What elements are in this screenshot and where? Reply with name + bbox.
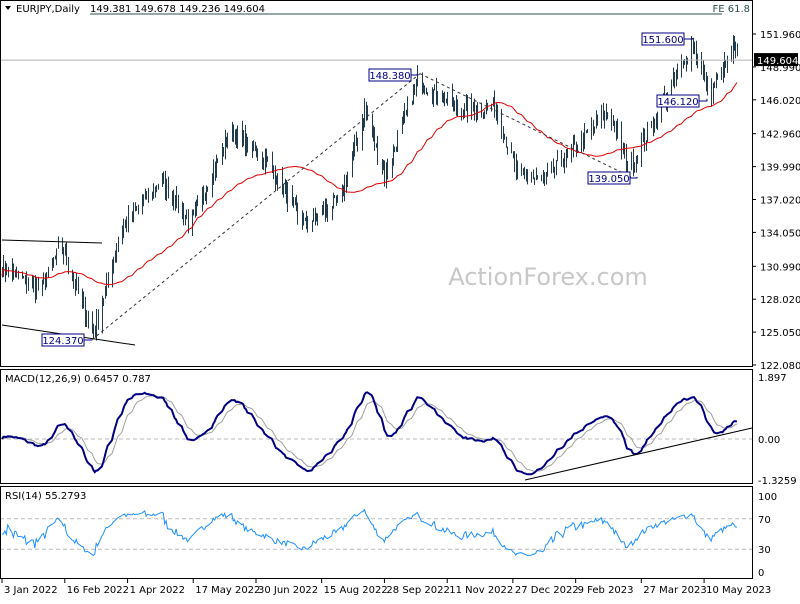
- x-tick-label: 28 Sep 2022: [386, 585, 449, 596]
- x-tick-label: 16 Feb 2022: [67, 585, 129, 596]
- trend-line: [2, 240, 102, 243]
- price-annotation: 139.050: [588, 172, 637, 185]
- macd-trend-line: [525, 428, 752, 480]
- y-tick-label: 134.050: [760, 228, 800, 239]
- fe-label: FE 61.8: [712, 4, 750, 15]
- rsi-tick-label: 0: [758, 568, 764, 579]
- y-tick-label: 139.990: [760, 163, 800, 174]
- collapse-triangle-icon[interactable]: [5, 6, 11, 10]
- annotation-label: 146.120: [657, 97, 698, 108]
- x-tick-label: 15 Aug 2022: [324, 585, 388, 596]
- annotation-label: 148.380: [369, 71, 410, 82]
- macd-signal-line: [2, 396, 737, 472]
- chart: 124.370 148.380 151.600 146.120 139.050 Acti…: [0, 0, 800, 600]
- ohlc-readout: 149.381 149.678 149.236 149.604: [90, 4, 265, 15]
- rsi-panel: [0, 510, 752, 556]
- y-tick-label: 142.960: [760, 130, 800, 141]
- x-tick-label: 27 Dec 2022: [515, 585, 579, 596]
- symbol-label: EURJPY,Daily: [16, 4, 80, 15]
- rsi-tick-label: 30: [758, 545, 771, 556]
- annotation-connector: [630, 177, 637, 178]
- rsi-line: [2, 510, 737, 556]
- fib-base-line: [92, 74, 420, 340]
- y-tick-label: 125.050: [760, 328, 800, 339]
- axes: 151.960148.990146.020142.960139.990137.0…: [2, 30, 800, 596]
- y-tick-label: 146.020: [760, 96, 800, 107]
- rsi-tick-label: 100: [758, 492, 777, 503]
- annotation-connector: [699, 99, 707, 101]
- price-annotation: 151.600: [642, 33, 693, 46]
- annotation-label: 124.370: [42, 336, 83, 347]
- x-tick-label: 17 May 2022: [195, 585, 260, 596]
- rsi-label: RSI(14) 55.2793: [5, 491, 86, 502]
- macd-tick-label: -1.3259: [758, 476, 797, 487]
- x-tick-label: 27 Mar 2023: [643, 585, 706, 596]
- price-panel: 124.370 148.380 151.600 146.120 139.050: [0, 33, 752, 347]
- x-tick-label: 1 Apr 2022: [130, 585, 185, 596]
- price-annotation: 146.120: [657, 95, 707, 108]
- price-annotation: 124.370: [42, 334, 92, 347]
- macd-panel: [0, 392, 752, 480]
- macd-label: MACD(12,26,9) 0.6457 0.787: [5, 374, 151, 385]
- y-tick-label: 137.020: [760, 196, 800, 207]
- last-price-label: 149.604: [757, 56, 798, 67]
- macd-tick-label: 0.00: [758, 435, 780, 446]
- y-tick-label: 130.990: [760, 262, 800, 273]
- annotation-label: 139.050: [588, 174, 629, 185]
- fib-leg-line: [420, 74, 631, 177]
- watermark: ActionForex.com: [448, 263, 648, 291]
- y-tick-label: 128.020: [760, 295, 800, 306]
- macd-tick-label: 1.897: [758, 373, 787, 384]
- x-tick-label: 3 Jan 2022: [4, 585, 58, 596]
- x-tick-label: 11 Nov 2022: [449, 585, 513, 596]
- annotation-label: 151.600: [642, 35, 683, 46]
- price-annotation: 148.380: [369, 69, 417, 82]
- annotation-connector: [411, 74, 417, 75]
- x-tick-label: 10 May 2023: [706, 585, 771, 596]
- x-tick-label: 30 Jun 2022: [258, 585, 318, 596]
- x-tick-label: 9 Feb 2023: [578, 585, 634, 596]
- y-tick-label: 122.080: [760, 361, 800, 372]
- rsi-tick-label: 70: [758, 515, 771, 526]
- y-tick-label: 151.960: [760, 30, 800, 41]
